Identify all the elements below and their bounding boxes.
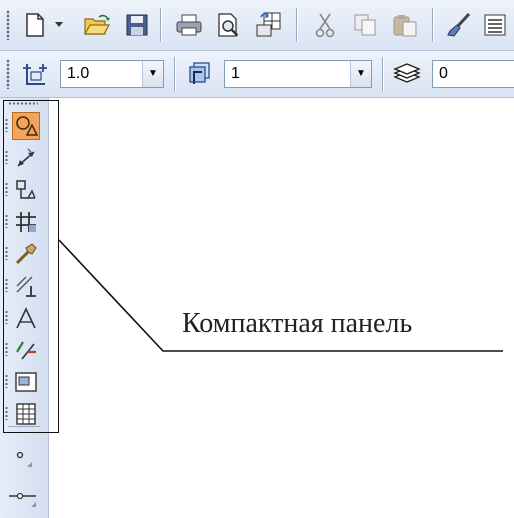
callout-leader-line xyxy=(58,239,503,352)
callout-label: Компактная панель xyxy=(182,308,413,339)
